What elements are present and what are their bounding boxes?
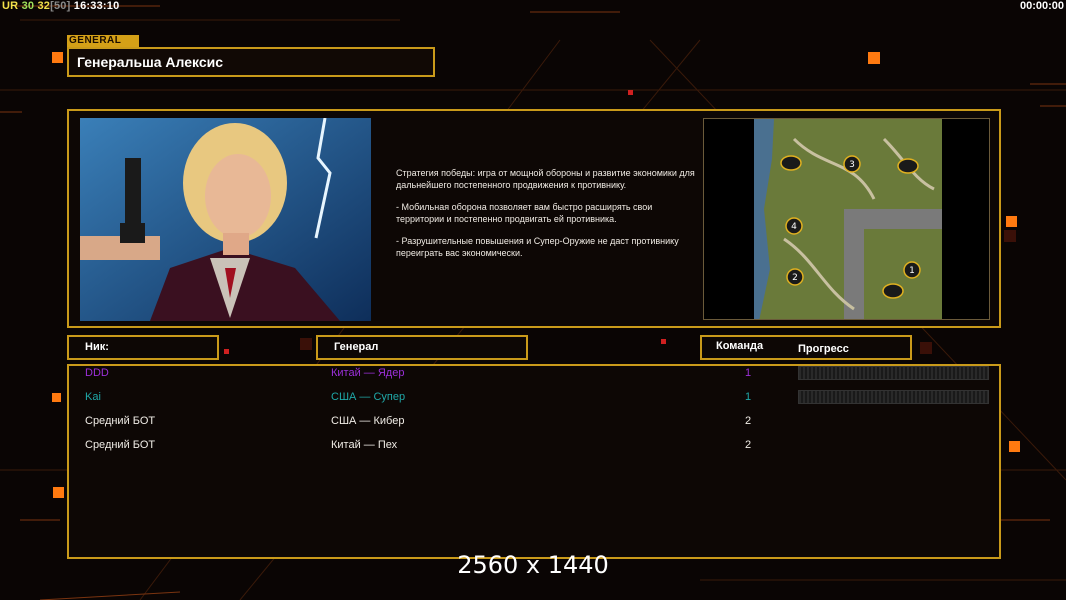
player-nick: Средний БОТ xyxy=(85,439,156,451)
column-nick: Ник: xyxy=(67,335,219,360)
ur-label: UR xyxy=(2,0,19,12)
column-nick-label: Ник: xyxy=(85,341,109,353)
column-team-progress: Команда Прогресс xyxy=(700,335,912,360)
description-point-2: - Разрушительные повышения и Супер-Оружи… xyxy=(396,236,679,258)
resolution-label: 2560 x 1440 xyxy=(457,551,609,579)
map-marker-1: 1 xyxy=(909,266,915,276)
map-preview[interactable]: 3 4 2 1 xyxy=(703,118,990,320)
player-nick: Средний БОТ xyxy=(85,415,156,427)
player-team: 2 xyxy=(745,439,752,451)
player-progress-bar xyxy=(798,390,989,404)
game-timer: 00:00:00 xyxy=(1019,0,1064,12)
description-strategy: Стратегия победы: игра от мощной обороны… xyxy=(396,168,695,190)
general-description: Стратегия победы: игра от мощной обороны… xyxy=(396,168,696,270)
map-marker-4: 4 xyxy=(791,222,797,232)
description-point-1: - Мобильная оборона позволяет вам быстро… xyxy=(396,202,653,224)
player-general: Китай — Ядер xyxy=(331,367,405,379)
player-progress-bar xyxy=(798,366,989,380)
map-marker-2: 2 xyxy=(792,273,798,283)
hud-stats: UR 30 32[50] 16:33:10 xyxy=(2,0,119,12)
fps-value-2: 32 xyxy=(37,0,51,12)
general-tag: GENERAL xyxy=(67,35,139,47)
column-team-label: Команда xyxy=(716,340,764,352)
player-general: Китай — Пех xyxy=(331,439,398,451)
map-marker-3: 3 xyxy=(849,160,855,170)
column-general-label: Генерал xyxy=(334,341,379,353)
column-general: Генерал xyxy=(316,335,528,360)
column-progress-label: Прогресс xyxy=(798,343,849,355)
player-team: 2 xyxy=(745,415,752,427)
player-nick: Kai xyxy=(85,391,101,403)
player-nick: DDD xyxy=(85,367,109,379)
player-team: 1 xyxy=(745,391,752,403)
fps-limit: [50] xyxy=(50,0,71,12)
general-name: Генеральша Алексис xyxy=(67,47,435,77)
fps-value: 30 xyxy=(21,0,35,12)
clock: 16:33:10 xyxy=(73,0,120,12)
player-general: США — Кибер xyxy=(331,415,405,427)
player-team: 1 xyxy=(745,367,752,379)
player-general: США — Супер xyxy=(331,391,406,403)
general-portrait xyxy=(80,118,371,321)
